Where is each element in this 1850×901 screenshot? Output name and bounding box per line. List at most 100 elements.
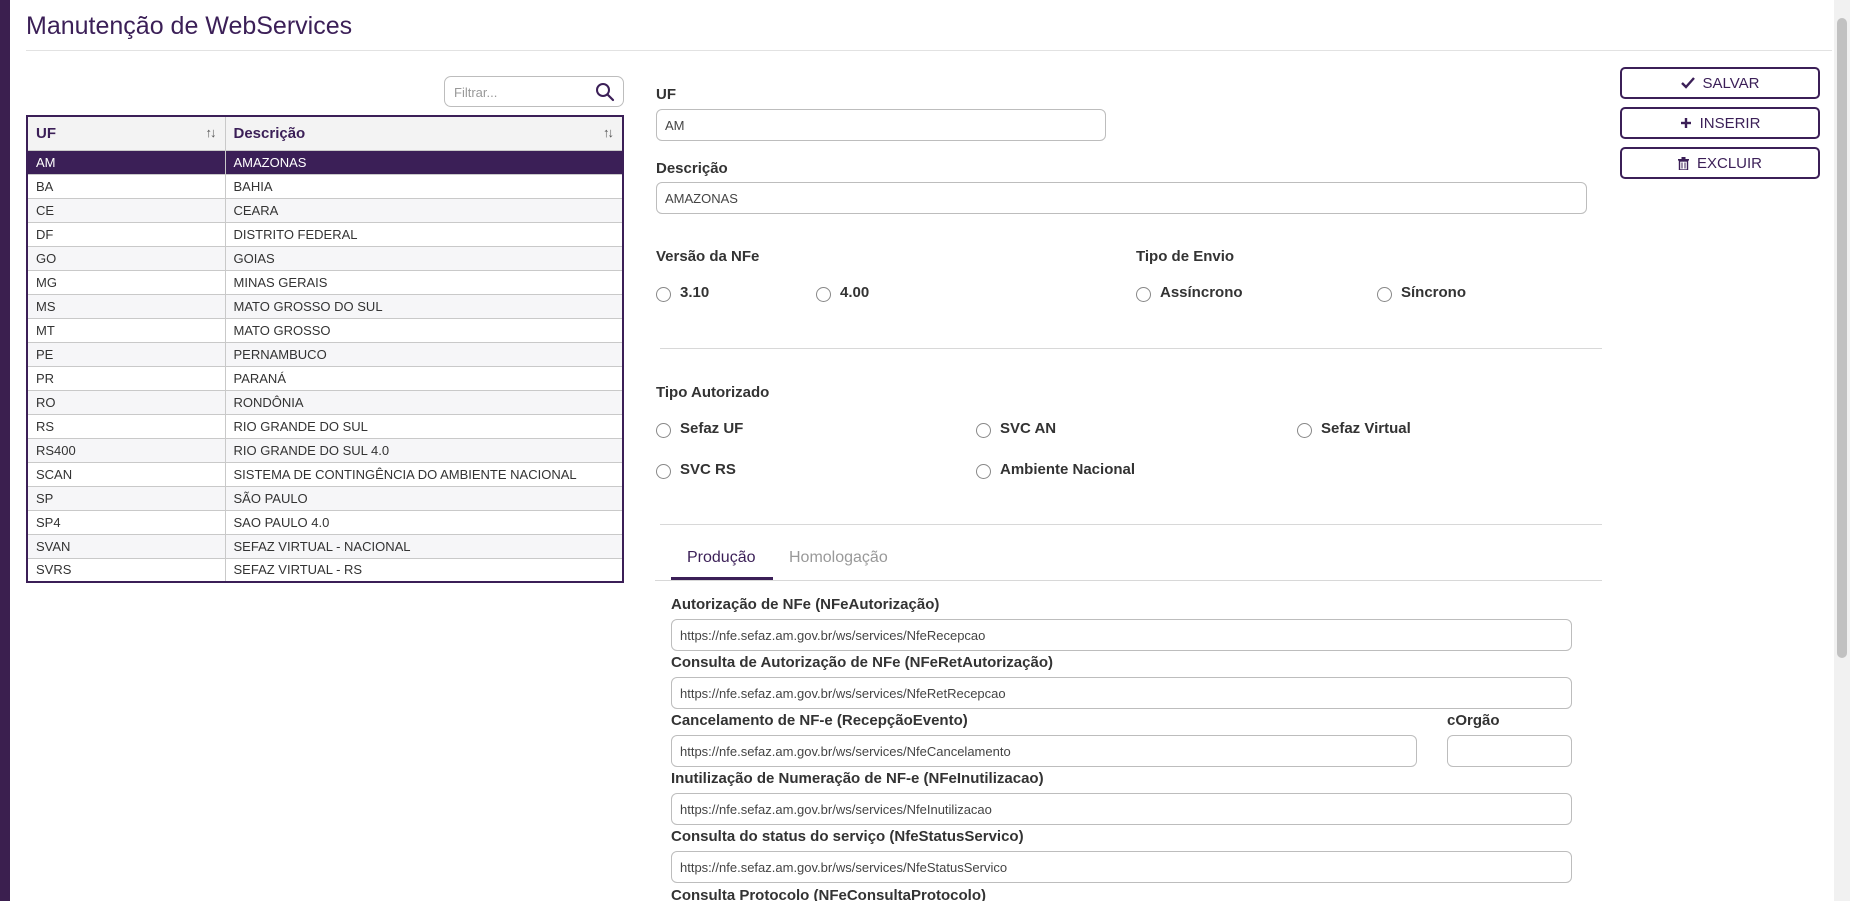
table-row[interactable]: SVRS SEFAZ VIRTUAL - RS xyxy=(27,558,624,583)
status-servico-url-field[interactable] xyxy=(671,851,1572,883)
table-row[interactable]: MS MATO GROSSO DO SUL xyxy=(27,294,624,319)
table-row[interactable]: DF DISTRITO FEDERAL xyxy=(27,222,624,247)
cell-uf: AM xyxy=(27,150,226,175)
cell-descricao: RIO GRANDE DO SUL 4.0 xyxy=(225,438,624,463)
table-row[interactable]: SP4 SAO PAULO 4.0 xyxy=(27,510,624,535)
table-row[interactable]: RS RIO GRANDE DO SUL xyxy=(27,414,624,439)
table-row[interactable]: GO GOIAS xyxy=(27,246,624,271)
radio-svc-an[interactable]: SVC AN xyxy=(976,418,1056,438)
title-divider xyxy=(26,50,1832,51)
cell-uf: BA xyxy=(27,174,226,199)
corgao-field[interactable] xyxy=(1447,735,1572,767)
radio-sefaz-virtual[interactable]: Sefaz Virtual xyxy=(1297,418,1411,438)
scrollbar-thumb[interactable] xyxy=(1837,18,1847,658)
cell-descricao: MINAS GERAIS xyxy=(225,270,624,295)
page-scrollbar[interactable] xyxy=(1834,0,1850,901)
autorizacao-label: Autorização de NFe (NFeAutorização) xyxy=(671,596,940,613)
section-divider xyxy=(660,524,1602,525)
tipo-envio-label: Tipo de Envio xyxy=(1136,248,1235,265)
table-row[interactable]: SP SÃO PAULO xyxy=(27,486,624,511)
table-row[interactable]: SCAN SISTEMA DE CONTINGÊNCIA DO AMBIENTE … xyxy=(27,462,624,487)
inutilizacao-url-field[interactable] xyxy=(671,793,1572,825)
tab-producao[interactable]: Produção xyxy=(687,549,756,567)
descricao-label: Descrição xyxy=(656,160,728,177)
filter-input[interactable] xyxy=(454,83,584,101)
radio-circle[interactable] xyxy=(976,423,991,438)
table-row[interactable]: RS400 RIO GRANDE DO SUL 4.0 xyxy=(27,438,624,463)
table-row[interactable]: MT MATO GROSSO xyxy=(27,318,624,343)
uf-label: UF xyxy=(656,86,676,103)
versao-nfe-label: Versão da NFe xyxy=(656,248,760,265)
section-divider xyxy=(660,348,1602,349)
radio-circle[interactable] xyxy=(1136,287,1151,302)
left-accent-bar xyxy=(0,0,10,901)
status-servico-label: Consulta do status do serviço (NfeStatus… xyxy=(671,828,1024,845)
delete-button[interactable]: EXCLUIR xyxy=(1620,147,1820,179)
cell-uf: SVAN xyxy=(27,534,226,559)
cancelamento-url-field[interactable] xyxy=(671,735,1417,767)
radio-circle[interactable] xyxy=(656,423,671,438)
consulta-protocolo-label: Consulta Protocolo (NFeConsultaProtocolo… xyxy=(671,887,986,901)
ret-autorizacao-label: Consulta de Autorização de NFe (NFeRetAu… xyxy=(671,654,1053,671)
column-header-descricao[interactable]: Descrição ↑↓ xyxy=(225,116,624,151)
cell-uf: RS xyxy=(27,414,226,439)
cell-descricao: SÃO PAULO xyxy=(225,486,624,511)
cell-descricao: MATO GROSSO xyxy=(225,318,624,343)
tipo-autorizado-label: Tipo Autorizado xyxy=(656,384,770,401)
radio-versao-4-00[interactable]: 4.00 xyxy=(816,282,869,302)
autorizacao-url-field[interactable] xyxy=(671,619,1572,651)
cell-uf: PE xyxy=(27,342,226,367)
descricao-field[interactable] xyxy=(656,182,1587,214)
radio-circle[interactable] xyxy=(656,464,671,479)
radio-circle[interactable] xyxy=(976,464,991,479)
radio-circle[interactable] xyxy=(816,287,831,302)
filter-box[interactable] xyxy=(444,76,624,107)
save-button[interactable]: SALVAR xyxy=(1620,67,1820,99)
insert-button[interactable]: INSERIR xyxy=(1620,107,1820,139)
search-icon[interactable] xyxy=(595,82,615,102)
table-row[interactable]: PR PARANÁ xyxy=(27,366,624,391)
check-icon xyxy=(1680,77,1695,89)
column-header-uf[interactable]: UF ↑↓ xyxy=(27,116,226,151)
cell-uf: SCAN xyxy=(27,462,226,487)
table-row[interactable]: CE CEARA xyxy=(27,198,624,223)
uf-table: UF ↑↓ Descrição ↑↓ AM AMAZONAS BA BAHIA CE CE… xyxy=(26,115,624,583)
uf-field[interactable] xyxy=(656,109,1106,141)
cell-descricao: SEFAZ VIRTUAL - RS xyxy=(225,558,624,583)
radio-circle[interactable] xyxy=(1297,423,1312,438)
sort-icon[interactable]: ↑↓ xyxy=(206,125,217,140)
table-row[interactable]: AM AMAZONAS xyxy=(27,150,624,175)
cell-uf: MT xyxy=(27,318,226,343)
table-row[interactable]: SVAN SEFAZ VIRTUAL - NACIONAL xyxy=(27,534,624,559)
radio-versao-3-10[interactable]: 3.10 xyxy=(656,282,709,302)
table-row[interactable]: BA BAHIA xyxy=(27,174,624,199)
table-row[interactable]: PE PERNAMBUCO xyxy=(27,342,624,367)
inutilizacao-label: Inutilização de Numeração de NF-e (NFeIn… xyxy=(671,770,1044,787)
cell-uf: MS xyxy=(27,294,226,319)
table-row[interactable]: RO RONDÔNIA xyxy=(27,390,624,415)
cancelamento-label: Cancelamento de NF-e (RecepçãoEvento) xyxy=(671,712,968,729)
cell-descricao: SEFAZ VIRTUAL - NACIONAL xyxy=(225,534,624,559)
radio-svc-rs[interactable]: SVC RS xyxy=(656,459,736,479)
cell-uf: SP4 xyxy=(27,510,226,535)
tab-divider xyxy=(655,580,1602,581)
radio-ambiente-nacional[interactable]: Ambiente Nacional xyxy=(976,459,1135,479)
radio-envio-sincrono[interactable]: Síncrono xyxy=(1377,282,1466,302)
cell-descricao: MATO GROSSO DO SUL xyxy=(225,294,624,319)
sort-icon[interactable]: ↑↓ xyxy=(603,125,614,140)
radio-circle[interactable] xyxy=(1377,287,1392,302)
cell-uf: DF xyxy=(27,222,226,247)
table-row[interactable]: MG MINAS GERAIS xyxy=(27,270,624,295)
page-title: Manutenção de WebServices xyxy=(26,12,353,40)
cell-descricao: RIO GRANDE DO SUL xyxy=(225,414,624,439)
cell-uf: RO xyxy=(27,390,226,415)
cell-descricao: PARANÁ xyxy=(225,366,624,391)
trash-icon xyxy=(1677,156,1689,170)
ret-autorizacao-url-field[interactable] xyxy=(671,677,1572,709)
radio-circle[interactable] xyxy=(656,287,671,302)
cell-descricao: SISTEMA DE CONTINGÊNCIA DO AMBIENTE NACI… xyxy=(225,462,624,487)
radio-envio-assincrono[interactable]: Assíncrono xyxy=(1136,282,1243,302)
radio-sefaz-uf[interactable]: Sefaz UF xyxy=(656,418,743,438)
cell-descricao: GOIAS xyxy=(225,246,624,271)
tab-homologacao[interactable]: Homologação xyxy=(789,549,888,567)
